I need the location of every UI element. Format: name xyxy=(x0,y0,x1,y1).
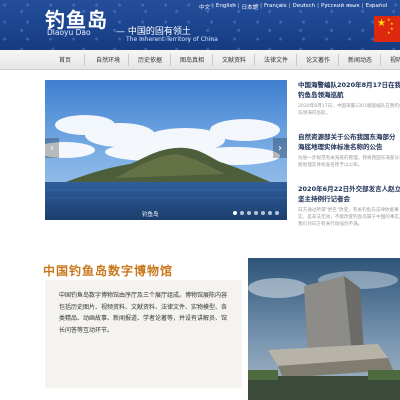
site-logo-english: Diaoyu Dao xyxy=(47,28,91,37)
language-link-es[interactable]: Español xyxy=(366,3,388,11)
flag-large-star: ★ xyxy=(377,18,386,29)
carousel-dot[interactable] xyxy=(233,211,237,215)
nav-item-news[interactable]: 新闻动态 xyxy=(348,55,372,64)
carousel-prev-button[interactable]: ‹ xyxy=(45,138,59,158)
nav-divider xyxy=(338,54,339,66)
nav-divider xyxy=(170,54,171,66)
nav-divider xyxy=(296,54,297,66)
museum-title[interactable]: 中国钓鱼岛数字博物馆 xyxy=(43,262,173,279)
nav-divider xyxy=(380,54,381,66)
carousel-dot[interactable] xyxy=(261,211,265,215)
carousel-dot[interactable] xyxy=(254,211,258,215)
news-summary-1: 2020年8月17日，中国海警2301舰艇编队在我钓鱼岛领海内巡航。 xyxy=(298,104,400,116)
nav-item-truth[interactable]: 图岛真相 xyxy=(180,55,204,64)
news-list: 中国海警编队2020年8月17日在我国 钓鱼岛领海巡航 2020年8月17日，中… xyxy=(298,80,400,240)
language-link-en[interactable]: English xyxy=(216,3,236,11)
carousel-caption: 钓鱼岛 xyxy=(142,212,159,218)
site-slogan-english: The Inherent Territory of China xyxy=(126,36,218,43)
nav-item-documents[interactable]: 文献资料 xyxy=(222,55,246,64)
flag-small-star: ★ xyxy=(387,30,391,35)
museum-building-image xyxy=(248,258,400,400)
news-summary-2: 为进一步规范有关海底的管理，我将我国东海部分海底地理实体标准名称予以公布。 xyxy=(298,156,400,168)
page: { "header": { "logo_cn": "钓鱼岛", "logo_en… xyxy=(0,0,400,400)
news-title-2-line1[interactable]: 自然资源部关于公布我国东海部分 xyxy=(298,132,400,142)
news-title-3-line1[interactable]: 2020年6月22日外交部发言人赵立 xyxy=(298,184,400,194)
news-title-3-line2[interactable]: 坚主持例行记者会 xyxy=(298,194,400,204)
main-navigation: 首页 自然环境 历史依据 图岛真相 文献资料 法律文件 论文著作 新闻动态 视听… xyxy=(0,50,400,70)
site-header: 钓鱼岛 Diaoyu Dao — 中国的固有领土 The Inherent Te… xyxy=(0,0,400,50)
carousel-image-island xyxy=(45,80,287,220)
language-switcher: 中文 | English | 日本語 | Français | Deutsch | Рус… xyxy=(199,3,388,11)
china-flag-icon: ★ ★ ★ ★ ★ xyxy=(374,16,400,42)
nav-divider xyxy=(84,54,85,66)
digital-museum-section: 中国钓鱼岛数字博物馆 中国钓鱼岛数字博物馆由序厅及三个展厅组成。博物馆展陈内容包… xyxy=(0,252,400,400)
nav-item-papers[interactable]: 论文著作 xyxy=(306,55,330,64)
museum-description: 中国钓鱼岛数字博物馆由序厅及三个展厅组成。博物馆展陈内容包括历史图片、视频资料、… xyxy=(59,292,228,334)
news-title-1-line2[interactable]: 钓鱼岛领海巡航 xyxy=(298,90,400,100)
nav-divider xyxy=(128,54,129,66)
nav-item-natural-environment[interactable]: 自然环境 xyxy=(96,55,120,64)
language-link-ja[interactable]: 日本語 xyxy=(242,3,259,11)
language-link-zh[interactable]: 中文 xyxy=(199,3,210,11)
carousel-dot[interactable] xyxy=(247,211,251,215)
nav-item-home[interactable]: 首页 xyxy=(59,55,71,64)
nav-divider xyxy=(212,54,213,66)
carousel-dot[interactable] xyxy=(268,211,272,215)
language-link-de[interactable]: Deutsch xyxy=(293,3,316,11)
news-title-2-line2[interactable]: 海底地理实体标准名称的公告 xyxy=(298,142,400,152)
news-title-1-line1[interactable]: 中国海警编队2020年8月17日在我国 xyxy=(298,80,400,90)
museum-building-photo[interactable] xyxy=(248,258,400,400)
language-link-ru[interactable]: Русский язык xyxy=(321,3,360,11)
language-link-fr[interactable]: Français xyxy=(264,3,287,11)
carousel-next-button[interactable]: › xyxy=(273,138,287,158)
nav-item-historical-evidence[interactable]: 历史依据 xyxy=(138,55,162,64)
nav-item-legal-documents[interactable]: 法律文件 xyxy=(264,55,288,64)
carousel-dot[interactable] xyxy=(275,211,279,215)
featured-carousel[interactable]: ‹ › xyxy=(45,80,287,220)
nav-item-audio-video[interactable]: 视听影像 xyxy=(390,55,400,64)
carousel-indicators xyxy=(233,211,279,215)
news-summary-3: 日方通过所谓"更名"改变，有关钓鱼岛法律依据事实，是非法无效，不能改变钓鱼岛属于… xyxy=(298,208,400,227)
nav-divider xyxy=(254,54,255,66)
carousel-dot[interactable] xyxy=(240,211,244,215)
museum-description-box: 中国钓鱼岛数字博物馆由序厅及三个展厅组成。博物馆展陈内容包括历史图片、视频资料、… xyxy=(45,280,242,388)
